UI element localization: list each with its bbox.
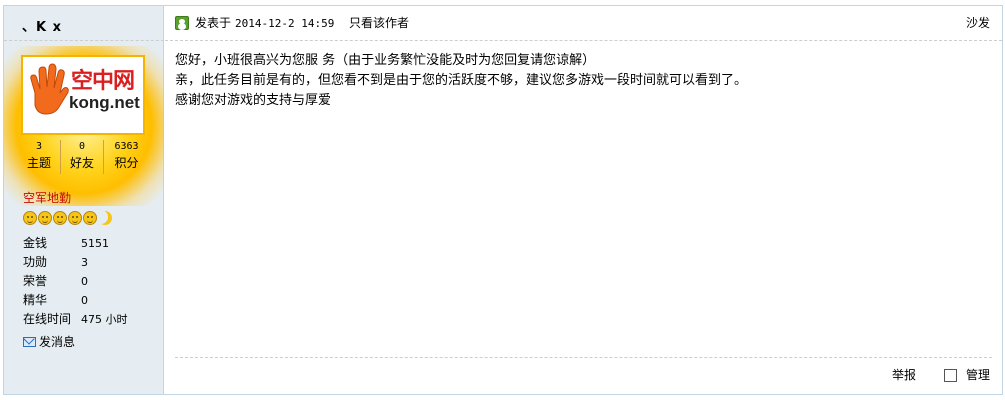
send-message-label: 发消息 [39, 335, 76, 349]
info-value: 475 小时 [81, 313, 128, 326]
divider [165, 40, 1002, 41]
stat-label: 好友 [69, 156, 94, 170]
post-line: 亲，此任务目前是有的，但您看不到是由于您的活跃度不够，建议您多游戏一段时间就可以… [175, 73, 748, 88]
info-row-honor: 荣誉 0 [23, 272, 158, 291]
stat-label: 积分 [114, 156, 139, 170]
info-key: 在线时间 [23, 312, 72, 326]
post-main: 发表于 2014-12-2 14:59 只看该作者 沙发 您好，小班很高兴为您服 … [165, 6, 1002, 394]
only-author-link[interactable]: 只看该作者 [349, 16, 409, 30]
info-key: 功勋 [23, 255, 48, 269]
hand-logo-icon [30, 63, 69, 115]
sun-icon [23, 211, 37, 225]
info-value: 3 [81, 256, 88, 269]
brand-english: kong.net [69, 93, 140, 112]
report-link[interactable]: 举报 [892, 368, 916, 382]
stat-value: 6363 [114, 141, 139, 152]
post-body: 您好，小班很高兴为您服 务（由于业务繁忙没能及时为您回复请您谅解） 亲，此任务目… [175, 51, 985, 111]
info-key: 金钱 [23, 236, 48, 250]
sun-icon [53, 211, 67, 225]
rank-stars [23, 211, 112, 227]
posted-prefix: 发表于 [195, 16, 232, 30]
stat-value: 3 [35, 141, 43, 152]
info-value: 5151 [81, 237, 109, 250]
info-row-merit: 功勋 3 [23, 253, 158, 272]
stat-label: 主题 [26, 156, 51, 170]
stat-friends[interactable]: 0 好友 [61, 140, 104, 174]
info-key: 精华 [23, 293, 48, 307]
info-row-money: 金钱 5151 [23, 234, 158, 253]
sun-icon [68, 211, 82, 225]
post-header: 发表于 2014-12-2 14:59 只看该作者 沙发 [165, 6, 1002, 40]
moon-icon [98, 211, 112, 225]
stat-points[interactable]: 6363 积分 [105, 140, 148, 174]
username-link[interactable]: 、K x [22, 16, 62, 35]
user-sidebar: 、K x 空中网 kong.net 3 主题 0 好友 6363 积分 空军地勤… [4, 6, 164, 394]
post-line: 您好，小班很高兴为您服 务（由于业务繁忙没能及时为您回复请您谅解） [175, 53, 596, 68]
info-value: 0 [81, 294, 88, 307]
info-value: 0 [81, 275, 88, 288]
avatar[interactable]: 空中网 kong.net [21, 55, 145, 135]
posted-time: 2014-12-2 14:59 [235, 17, 335, 30]
brand-chinese: 空中网 [71, 69, 135, 94]
info-key: 荣誉 [23, 274, 48, 288]
online-user-icon [175, 16, 189, 30]
user-info-list: 金钱 5151 功勋 3 荣誉 0 精华 0 在线时间 475 小时 [23, 234, 158, 329]
send-message-link[interactable]: 发消息 [23, 334, 75, 350]
post-meta: 发表于 2014-12-2 14:59 [195, 16, 334, 31]
manage-label[interactable]: 管理 [966, 368, 990, 382]
post-container: 、K x 空中网 kong.net 3 主题 0 好友 6363 积分 空军地勤… [3, 5, 1003, 395]
envelope-icon [23, 337, 36, 347]
sun-icon [38, 211, 52, 225]
user-stats: 3 主题 0 好友 6363 积分 [18, 140, 148, 174]
stat-topics[interactable]: 3 主题 [18, 140, 61, 174]
info-row-digest: 精华 0 [23, 291, 158, 310]
stat-value: 0 [78, 141, 86, 152]
post-line: 感谢您对游戏的支持与厚爱 [175, 93, 332, 108]
divider [175, 357, 992, 358]
user-rank[interactable]: 空军地勤 [23, 189, 71, 206]
divider [4, 40, 164, 41]
info-row-online-time: 在线时间 475 小时 [23, 310, 158, 329]
sun-icon [83, 211, 97, 225]
floor-label[interactable]: 沙发 [966, 16, 990, 30]
manage-checkbox[interactable] [944, 369, 957, 382]
